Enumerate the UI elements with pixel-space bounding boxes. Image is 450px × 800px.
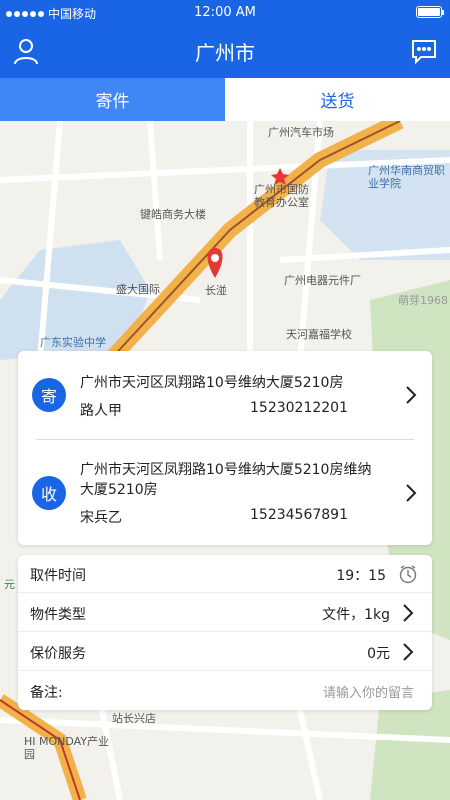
insurance-value: 0元: [367, 646, 390, 662]
receiver-badge: 收: [32, 476, 66, 510]
map-label: 盛大国际: [116, 283, 160, 296]
sender-badge: 寄: [32, 378, 66, 412]
message-icon[interactable]: [410, 37, 438, 65]
order-form-card: 取件时间 19：15 物件类型 文件，1kg 保价服务 0元 备注: 请输入你的…: [18, 555, 432, 710]
sender-phone: 15230212201: [250, 400, 348, 416]
receiver-name: 宋兵乙: [80, 510, 122, 526]
map-label: 广州市国防教育办公室: [254, 183, 309, 209]
nav-bar: 广州市: [0, 24, 450, 78]
insurance-label: 保价服务: [30, 646, 86, 662]
chevron-right-icon: [406, 386, 417, 404]
map-label: 站长兴店: [112, 712, 156, 725]
tab-bar: 寄件 送货: [0, 78, 450, 121]
remark-row[interactable]: 备注: 请输入你的留言: [18, 672, 432, 710]
item-type-label: 物件类型: [30, 607, 86, 623]
address-card: 寄 广州市天河区凤翔路10号维纳大厦5210房 路人甲 15230212201 …: [18, 351, 432, 545]
pickup-time-value: 19：15: [336, 568, 386, 584]
remark-input[interactable]: 请输入你的留言: [323, 682, 414, 701]
insurance-row[interactable]: 保价服务 0元: [18, 633, 432, 671]
remark-label: 备注:: [30, 685, 63, 701]
item-type-value: 文件，1kg: [322, 607, 390, 623]
map-label: 元: [4, 578, 15, 591]
status-bar: 中国移动 12:00 AM: [0, 0, 450, 24]
map-label: 长湴: [205, 284, 227, 297]
tab-deliver[interactable]: 送货: [225, 78, 450, 121]
tab-send[interactable]: 寄件: [0, 78, 225, 121]
map-label: 广州汽车市场: [268, 126, 334, 139]
sender-row[interactable]: 寄 广州市天河区凤翔路10号维纳大厦5210房 路人甲 15230212201: [18, 351, 432, 439]
map-label: 广州华南商贸职业学院: [368, 164, 445, 190]
map-label: 键皓商务大楼: [140, 208, 206, 221]
map-label: HI MONDAY产业园: [24, 735, 110, 761]
page-title: 广州市: [195, 41, 255, 65]
map-label: 天河嘉福学校: [286, 328, 352, 341]
sender-address: 广州市天河区凤翔路10号维纳大厦5210房: [80, 375, 344, 391]
chevron-right-icon: [403, 604, 414, 622]
item-type-row[interactable]: 物件类型 文件，1kg: [18, 594, 432, 632]
status-time: 12:00 AM: [194, 5, 256, 20]
chevron-right-icon: [403, 643, 414, 661]
receiver-address: 广州市天河区凤翔路10号维纳大厦5210房维纳大厦5210房: [80, 462, 372, 498]
map-label: 广东实验中学: [40, 336, 106, 349]
sender-name: 路人甲: [80, 403, 122, 419]
receiver-phone: 15234567891: [250, 507, 348, 523]
receiver-row[interactable]: 收 广州市天河区凤翔路10号维纳大厦5210房维纳大厦5210房 宋兵乙 152…: [18, 440, 432, 545]
battery-icon: [416, 6, 444, 18]
map-label: 广州电器元件厂: [284, 274, 361, 287]
clock-icon[interactable]: [398, 564, 418, 584]
pickup-time-label: 取件时间: [30, 568, 86, 584]
chevron-right-icon: [406, 484, 417, 502]
pickup-time-row[interactable]: 取件时间 19：15: [18, 555, 432, 593]
map-label: 萌芽1968: [398, 294, 448, 307]
